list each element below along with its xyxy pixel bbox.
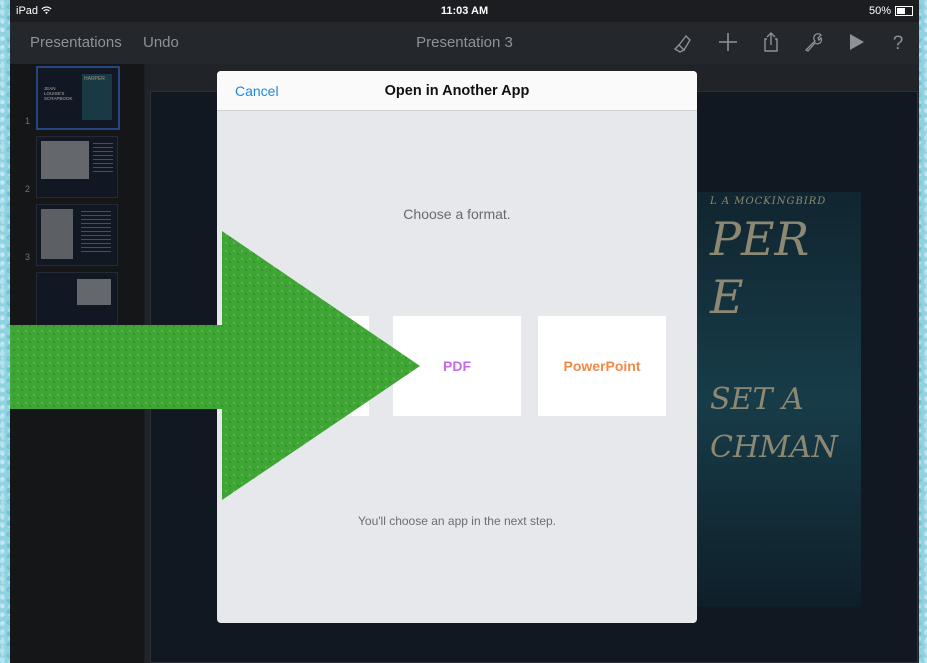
clock: 11:03 AM: [440, 5, 489, 17]
pdf-format-option[interactable]: PDF: [393, 316, 521, 416]
battery-percent: 50%: [868, 5, 891, 17]
play-icon[interactable]: [844, 30, 868, 54]
next-step-note: You'll choose an app in the next step.: [358, 514, 556, 528]
dialog-title: Open in Another App: [384, 83, 530, 99]
battery-status: 50%: [869, 5, 913, 17]
svg-text:?: ?: [893, 33, 904, 54]
powerpoint-format-option[interactable]: PowerPoint: [538, 316, 666, 416]
pdf-label: PDF: [443, 358, 471, 374]
choose-format-prompt: Choose a format.: [403, 206, 511, 222]
keynote-format-option[interactable]: [241, 316, 369, 416]
format-brush-icon[interactable]: [670, 30, 694, 54]
dialog-header: Cancel Open in Another App: [217, 71, 697, 111]
powerpoint-label: PowerPoint: [563, 358, 641, 374]
add-icon[interactable]: [716, 30, 740, 54]
status-bar: iPad 11:03 AM 50%: [10, 0, 919, 22]
help-icon[interactable]: ?: [886, 30, 910, 54]
app-toolbar: Presentations Undo Presentation 3 ?: [10, 22, 919, 64]
open-in-app-dialog: Cancel Open in Another App Choose a form…: [217, 71, 697, 623]
tools-wrench-icon[interactable]: [802, 30, 826, 54]
battery-icon: [895, 6, 913, 16]
share-icon[interactable]: [759, 30, 783, 54]
